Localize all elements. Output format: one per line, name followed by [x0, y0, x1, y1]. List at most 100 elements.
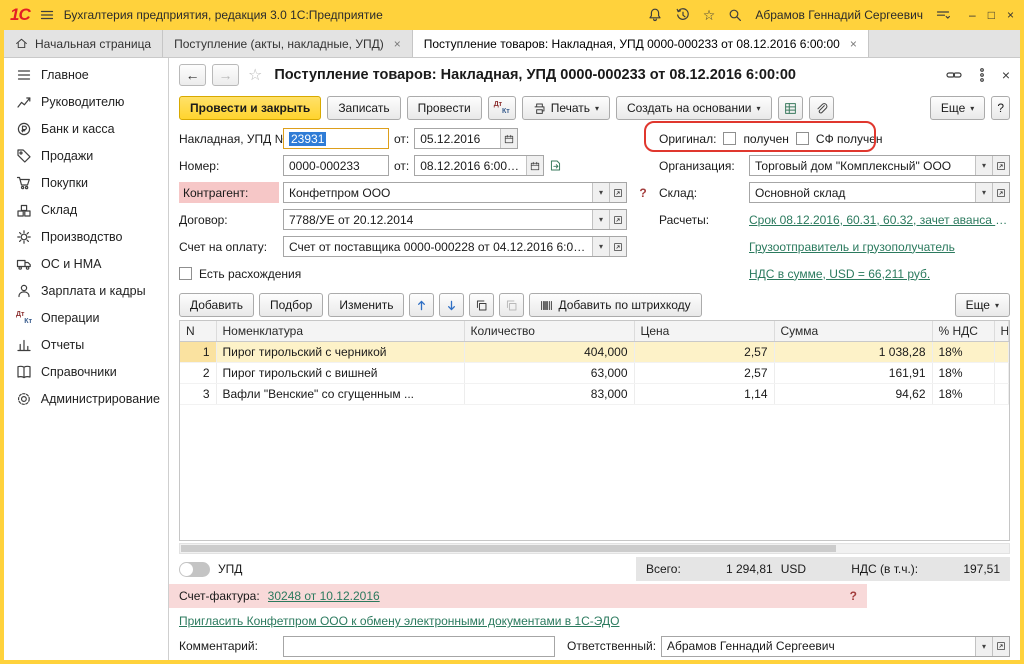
cell-price[interactable]: 1,14: [634, 384, 774, 405]
cell-quantity[interactable]: 83,000: [464, 384, 634, 405]
items-more-button[interactable]: Еще▾: [955, 293, 1010, 317]
invoice-link[interactable]: 30248 от 10.12.2016: [268, 589, 380, 603]
move-down-button[interactable]: [439, 293, 464, 317]
more-dots-icon[interactable]: [974, 67, 990, 83]
calendar-icon[interactable]: [526, 156, 543, 175]
selection-button[interactable]: Подбор: [259, 293, 323, 317]
open-icon[interactable]: [992, 156, 1009, 175]
dtkt-postings-button[interactable]: ДтКт: [488, 96, 516, 120]
cell-quantity[interactable]: 63,000: [464, 363, 634, 384]
cell-vat-percent[interactable]: 18%: [932, 342, 994, 363]
warehouse-combo[interactable]: Основной склад▾: [749, 182, 1010, 203]
vat-in-sum-link[interactable]: НДС в сумме, USD = 66,211 руб.: [749, 267, 930, 281]
cell-n[interactable]: 3: [180, 384, 216, 405]
cell-n[interactable]: 1: [180, 342, 216, 363]
upd-number-field[interactable]: 23931: [283, 128, 389, 149]
favorites-star-icon[interactable]: ☆: [703, 8, 716, 22]
paste-button[interactable]: [499, 293, 524, 317]
calendar-icon[interactable]: [500, 129, 517, 148]
chevron-down-icon[interactable]: ▾: [975, 637, 992, 656]
back-button[interactable]: ←: [179, 64, 206, 86]
upd-toggle[interactable]: [179, 562, 210, 577]
history-icon[interactable]: [675, 7, 691, 23]
move-up-button[interactable]: [409, 293, 434, 317]
add-row-button[interactable]: Добавить: [179, 293, 254, 317]
chevron-down-icon[interactable]: ▾: [592, 210, 609, 229]
sidebar-item-sales[interactable]: Продажи: [4, 142, 168, 169]
tab-home[interactable]: Начальная страница: [4, 30, 163, 57]
cell-nomenclature[interactable]: Пирог тирольский с вишней: [216, 363, 464, 384]
sidebar-item-bank-cash[interactable]: Банк и касса: [4, 115, 168, 142]
counterparty-help-icon[interactable]: ?: [639, 186, 646, 200]
get-link-icon[interactable]: [946, 67, 962, 83]
sidebar-item-reports[interactable]: Отчеты: [4, 331, 168, 358]
table-row[interactable]: 2 Пирог тирольский с вишней 63,000 2,57 …: [180, 363, 1009, 384]
cell-vat[interactable]: [994, 342, 1009, 363]
post-and-close-button[interactable]: Провести и закрыть: [179, 96, 321, 120]
invoice-for-payment-combo[interactable]: Счет от поставщика 0000-000228 от 04.12.…: [283, 236, 627, 257]
main-menu-icon[interactable]: [39, 7, 55, 23]
open-icon[interactable]: [609, 210, 626, 229]
cell-nomenclature[interactable]: Вафли "Венские" со сгущенным ...: [216, 384, 464, 405]
cell-sum[interactable]: 161,91: [774, 363, 932, 384]
window-close-button[interactable]: ×: [1007, 8, 1014, 22]
tab-receipts-list[interactable]: Поступление (акты, накладные, УПД) ×: [163, 30, 413, 57]
cell-sum[interactable]: 94,62: [774, 384, 932, 405]
document-close-icon[interactable]: ×: [1002, 68, 1010, 82]
search-icon[interactable]: [727, 7, 743, 23]
sidebar-item-directories[interactable]: Справочники: [4, 358, 168, 385]
minimize-button[interactable]: –: [969, 8, 976, 22]
print-button[interactable]: Печать▾: [522, 96, 610, 120]
sidebar-item-salary-hr[interactable]: Зарплата и кадры: [4, 277, 168, 304]
settlements-link[interactable]: Срок 08.12.2016, 60.31, 60.32, зачет ава…: [749, 213, 1010, 227]
sidebar-item-administration[interactable]: Администрирование: [4, 385, 168, 412]
date-action-icon[interactable]: [549, 159, 562, 172]
write-button[interactable]: Записать: [327, 96, 400, 120]
col-vat-percent[interactable]: % НДС: [932, 321, 994, 342]
counterparty-combo[interactable]: Конфетпром ООО▾: [283, 182, 627, 203]
consignor-link[interactable]: Грузоотправитель и грузополучатель: [749, 240, 955, 254]
more-button[interactable]: Еще▾: [930, 96, 985, 120]
cell-vat-percent[interactable]: 18%: [932, 363, 994, 384]
col-vat[interactable]: НД: [994, 321, 1009, 342]
sidebar-item-manager[interactable]: Руководителю: [4, 88, 168, 115]
chevron-down-icon[interactable]: ▾: [975, 183, 992, 202]
current-user[interactable]: Абрамов Геннадий Сергеевич: [755, 8, 923, 22]
organization-combo[interactable]: Торговый дом "Комплексный" ООО▾: [749, 155, 1010, 176]
discrepancies-checkbox[interactable]: [179, 267, 192, 280]
forward-button[interactable]: →: [212, 64, 239, 86]
open-icon[interactable]: [992, 183, 1009, 202]
sf-received-checkbox[interactable]: [796, 132, 809, 145]
horizontal-scrollbar[interactable]: [179, 543, 1010, 554]
edo-invite-link[interactable]: Пригласить Конфетпром ООО к обмену элект…: [179, 614, 620, 628]
cell-sum[interactable]: 1 038,28: [774, 342, 932, 363]
horizontal-scrollbar-thumb[interactable]: [181, 545, 836, 552]
cell-vat[interactable]: [994, 363, 1009, 384]
service-menu-icon[interactable]: [935, 7, 951, 23]
sidebar-item-purchases[interactable]: Покупки: [4, 169, 168, 196]
table-row[interactable]: 1 Пирог тирольский с черникой 404,000 2,…: [180, 342, 1009, 363]
tab-close-icon[interactable]: ×: [850, 37, 857, 51]
col-price[interactable]: Цена: [634, 321, 774, 342]
favorite-star-icon[interactable]: ☆: [248, 65, 262, 85]
post-button[interactable]: Провести: [407, 96, 482, 120]
col-quantity[interactable]: Количество: [464, 321, 634, 342]
create-on-base-button[interactable]: Создать на основании▾: [616, 96, 772, 120]
open-icon[interactable]: [992, 637, 1009, 656]
col-nomenclature[interactable]: Номенклатура: [216, 321, 464, 342]
chevron-down-icon[interactable]: ▾: [592, 237, 609, 256]
report-button[interactable]: [778, 96, 803, 120]
copy-button[interactable]: [469, 293, 494, 317]
col-sum[interactable]: Сумма: [774, 321, 932, 342]
help-button[interactable]: ?: [991, 96, 1010, 120]
contract-combo[interactable]: 7788/УЕ от 20.12.2014▾: [283, 209, 627, 230]
cell-price[interactable]: 2,57: [634, 342, 774, 363]
number-field[interactable]: 0000-000233: [283, 155, 389, 176]
table-row[interactable]: 3 Вафли "Венские" со сгущенным ... 83,00…: [180, 384, 1009, 405]
sidebar-item-main[interactable]: Главное: [4, 61, 168, 88]
chevron-down-icon[interactable]: ▾: [975, 156, 992, 175]
cell-quantity[interactable]: 404,000: [464, 342, 634, 363]
number-date-field[interactable]: 08.12.2016 6:00:00: [414, 155, 544, 176]
open-icon[interactable]: [609, 237, 626, 256]
sidebar-item-fixed-assets[interactable]: ОС и НМА: [4, 250, 168, 277]
